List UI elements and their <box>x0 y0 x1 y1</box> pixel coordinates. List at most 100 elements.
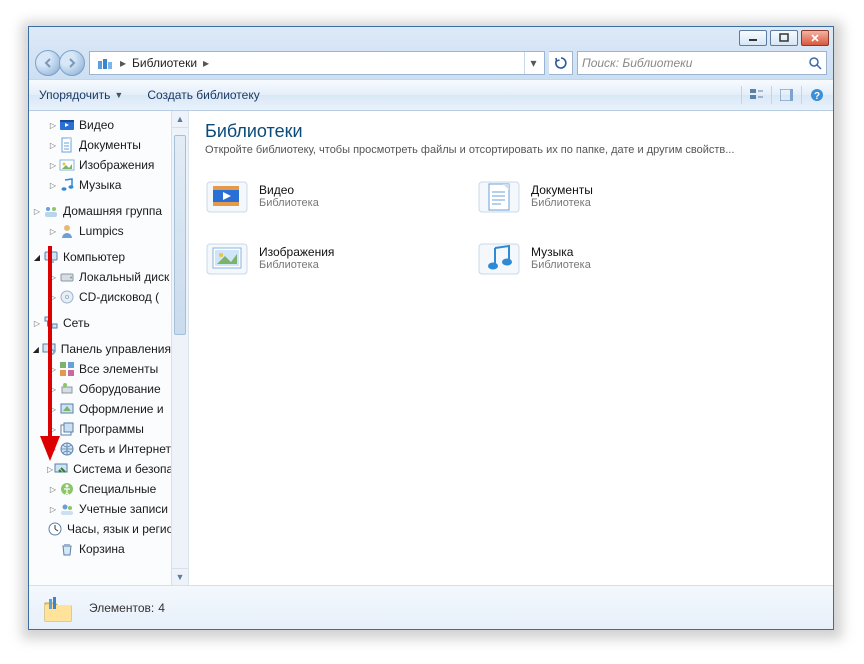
library-item-video[interactable]: ВидеоБиблиотека <box>205 174 465 218</box>
status-items-label: Элементов: <box>89 601 154 615</box>
scroll-up-arrow[interactable]: ▲ <box>172 111 188 128</box>
navigation-pane: ▷Видео▷Документы▷Изображения▷Музыка▷Дома… <box>29 111 189 585</box>
expand-icon[interactable]: ▷ <box>47 121 59 130</box>
tree-label: Домашняя группа <box>63 204 162 218</box>
tree-node-net-internet[interactable]: ▷ Сеть и Интернет <box>29 439 171 459</box>
tree-label: Все элементы <box>79 362 158 376</box>
create-library-button[interactable]: Создать библиотеку <box>147 88 259 102</box>
expand-icon[interactable]: ▷ <box>47 161 59 170</box>
tree-node-image[interactable]: ▷Изображения <box>29 155 171 175</box>
collapse-icon[interactable]: ◢ <box>31 345 41 354</box>
tree-node-hdd[interactable]: ▷Локальный диск <box>29 267 171 287</box>
tree-node-network[interactable]: ▷ Сеть <box>29 313 171 333</box>
tree-node-accounts[interactable]: ▷ Учетные записи <box>29 499 171 519</box>
music-icon <box>59 177 75 193</box>
tree-node-hardware[interactable]: ▷Оборудование <box>29 379 171 399</box>
library-item-image[interactable]: ИзображенияБиблиотека <box>205 236 465 280</box>
view-options-button[interactable] <box>741 86 763 104</box>
command-bar: Упорядочить ▼ Создать библиотеку ? <box>29 79 833 111</box>
breadcrumb-dropdown[interactable]: ▾ <box>524 52 542 74</box>
tree-node-doc[interactable]: ▷ Документы <box>29 135 171 155</box>
tree-node-access[interactable]: ▷ Специальные <box>29 479 171 499</box>
tree-node-user[interactable]: ▷ Lumpics <box>29 221 171 241</box>
library-title: Видео <box>259 183 319 197</box>
doc-icon <box>59 137 75 153</box>
back-button[interactable] <box>35 50 61 76</box>
breadcrumb[interactable]: ▸ Библиотеки ▸ ▾ <box>89 51 545 75</box>
tree-label: Lumpics <box>79 224 124 238</box>
tree-label: Программы <box>79 422 144 436</box>
image-library-icon <box>205 236 249 280</box>
sidebar-scrollbar[interactable]: ▲ ▼ <box>171 111 188 585</box>
expand-icon[interactable]: ▷ <box>47 293 59 302</box>
page-subheading: Откройте библиотеку, чтобы просмотреть ф… <box>205 144 817 156</box>
expand-icon[interactable]: ▷ <box>47 141 59 150</box>
expand-icon[interactable]: ▷ <box>31 319 43 328</box>
tree-node-cpanel-items[interactable]: ▷ Все элементы <box>29 359 171 379</box>
tree-label: Специальные <box>79 482 156 496</box>
access-icon <box>59 481 75 497</box>
tree-node-programs[interactable]: ▷ Программы <box>29 419 171 439</box>
forward-button[interactable] <box>59 50 85 76</box>
library-item-music[interactable]: МузыкаБиблиотека <box>477 236 737 280</box>
tree-node-music[interactable]: ▷Музыка <box>29 175 171 195</box>
expand-icon[interactable]: ▷ <box>47 425 59 434</box>
tree-label: Документы <box>79 138 141 152</box>
expand-icon[interactable]: ▷ <box>47 505 59 514</box>
tree-node-video[interactable]: ▷Видео <box>29 115 171 135</box>
expand-icon[interactable]: ▷ <box>47 385 59 394</box>
library-item-doc[interactable]: ДокументыБиблиотека <box>477 174 737 218</box>
expand-icon[interactable]: ▷ <box>47 227 59 236</box>
content-pane: Библиотеки Откройте библиотеку, чтобы пр… <box>189 111 833 585</box>
expand-icon[interactable]: ▷ <box>47 485 59 494</box>
computer-icon <box>43 249 59 265</box>
preview-pane-button[interactable] <box>771 86 793 104</box>
network-icon <box>43 315 59 331</box>
tree-label: Учетные записи <box>79 502 168 516</box>
video-icon <box>59 117 75 133</box>
svg-text:?: ? <box>814 91 820 102</box>
expand-icon[interactable]: ▷ <box>47 405 59 414</box>
tree-node-cd[interactable]: ▷ CD-дисковод ( <box>29 287 171 307</box>
create-library-label: Создать библиотеку <box>147 88 259 102</box>
expand-icon[interactable]: ▷ <box>47 445 59 454</box>
chevron-down-icon: ▼ <box>114 90 123 100</box>
cpanel-items-icon <box>59 361 75 377</box>
system-icon <box>53 461 69 477</box>
tree-node-homegroup[interactable]: ▷ Домашняя группа <box>29 201 171 221</box>
tree-label: Оформление и <box>79 402 164 416</box>
search-input[interactable]: Поиск: Библиотеки <box>577 51 827 75</box>
tree-label: CD-дисковод ( <box>79 290 159 304</box>
tree-node-recycle[interactable]: Корзина <box>29 539 171 559</box>
doc-library-icon <box>477 174 521 218</box>
video-library-icon <box>205 174 249 218</box>
minimize-button[interactable] <box>739 30 767 46</box>
user-icon <box>59 223 75 239</box>
tree-node-clock[interactable]: Часы, язык и регион <box>29 519 171 539</box>
expand-icon[interactable]: ▷ <box>31 207 43 216</box>
appearance-icon <box>59 401 75 417</box>
collapse-icon[interactable]: ◢ <box>31 253 43 262</box>
scroll-thumb[interactable] <box>174 135 186 335</box>
maximize-button[interactable] <box>770 30 798 46</box>
search-placeholder: Поиск: Библиотеки <box>582 56 692 70</box>
library-subtitle: Библиотека <box>259 259 334 271</box>
scroll-down-arrow[interactable]: ▼ <box>172 568 188 585</box>
organize-menu[interactable]: Упорядочить ▼ <box>39 88 123 102</box>
status-bar: Элементов: 4 <box>29 585 833 629</box>
tree-node-appearance[interactable]: ▷ Оформление и <box>29 399 171 419</box>
close-button[interactable] <box>801 30 829 46</box>
tree-node-system[interactable]: ▷Система и безопасность <box>29 459 171 479</box>
tree-label: Сеть <box>63 316 90 330</box>
tree-node-computer[interactable]: ◢Компьютер <box>29 247 171 267</box>
help-button[interactable]: ? <box>801 86 823 104</box>
tree-node-cpanel[interactable]: ◢Панель управления <box>29 339 171 359</box>
expand-icon[interactable]: ▷ <box>47 181 59 190</box>
expand-icon[interactable]: ▷ <box>47 273 59 282</box>
tree-label: Система и безопасность <box>73 462 171 476</box>
refresh-button[interactable] <box>549 51 573 75</box>
breadcrumb-segment[interactable]: Библиотеки <box>128 56 201 70</box>
expand-icon[interactable]: ▷ <box>47 365 59 374</box>
tree-label: Сеть и Интернет <box>79 442 171 456</box>
chevron-right-icon: ▸ <box>201 56 211 70</box>
